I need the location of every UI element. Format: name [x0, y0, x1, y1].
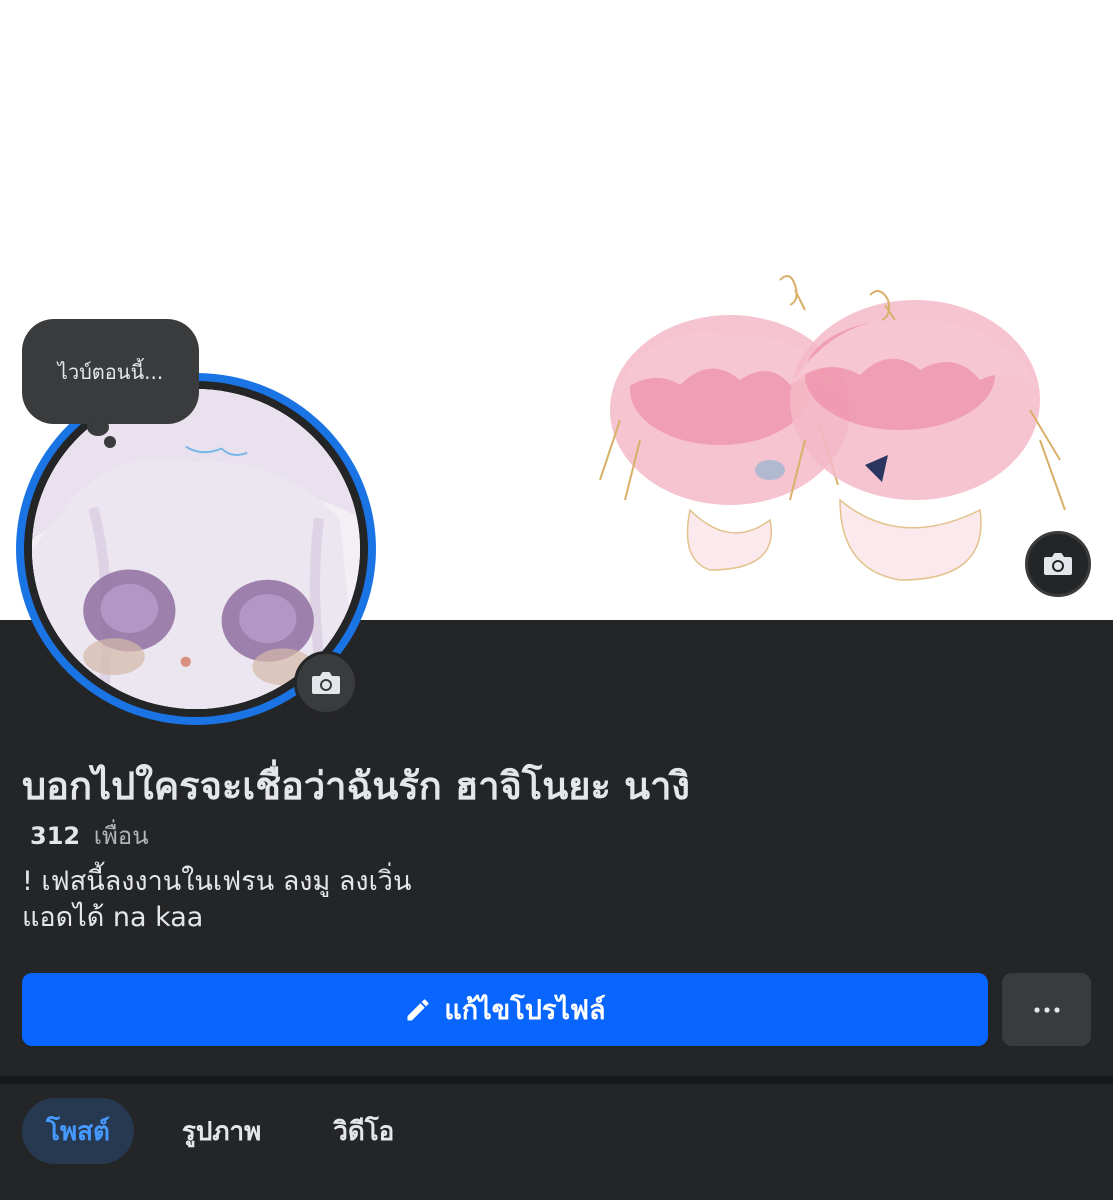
- cover-camera-button[interactable]: [1025, 531, 1091, 597]
- more-dots-icon: [1033, 1006, 1060, 1013]
- bio-line-2: แอดได้ na kaa: [22, 902, 204, 933]
- bio-line-1: ! เฟสนี้ลงงานในเฟรน ลงมู ลงเวิ่น: [22, 866, 412, 897]
- camera-icon: [1044, 553, 1072, 575]
- profile-bio: ! เฟสนี้ลงงานในเฟรน ลงมู ลงเวิ่น แอดได้ …: [22, 864, 411, 936]
- pencil-icon: [407, 998, 429, 1020]
- avatar-camera-button[interactable]: [294, 651, 358, 715]
- profile-tabs: โพสต์ รูปภาพ วิดีโอ: [22, 1098, 418, 1164]
- cover-illustration: [599, 275, 1066, 581]
- note-tail-dot: [87, 418, 109, 436]
- more-options-button[interactable]: [1002, 973, 1091, 1046]
- tab-videos[interactable]: วิดีโอ: [309, 1098, 418, 1164]
- tab-photos[interactable]: รูปภาพ: [158, 1098, 285, 1164]
- note-bubble[interactable]: ไวบ์ตอนนี้...: [22, 319, 199, 424]
- tab-posts[interactable]: โพสต์: [22, 1098, 134, 1164]
- profile-name: บอกไปใครจะเชื่อว่าฉันรัก ฮาจิโนยะ นางิ: [22, 764, 690, 808]
- friends-count-number: 312: [30, 822, 81, 850]
- camera-icon: [312, 672, 340, 694]
- friends-count[interactable]: 312 เพื่อน: [30, 816, 149, 855]
- note-text: ไวบ์ตอนนี้...: [57, 359, 164, 384]
- edit-profile-label: แก้ไขโปรไฟล์: [444, 995, 606, 1026]
- note-tail-dot-small: [104, 436, 116, 448]
- section-divider: [0, 1076, 1113, 1084]
- friends-label: เพื่อน: [93, 822, 149, 850]
- edit-profile-button[interactable]: แก้ไขโปรไฟล์: [22, 973, 988, 1046]
